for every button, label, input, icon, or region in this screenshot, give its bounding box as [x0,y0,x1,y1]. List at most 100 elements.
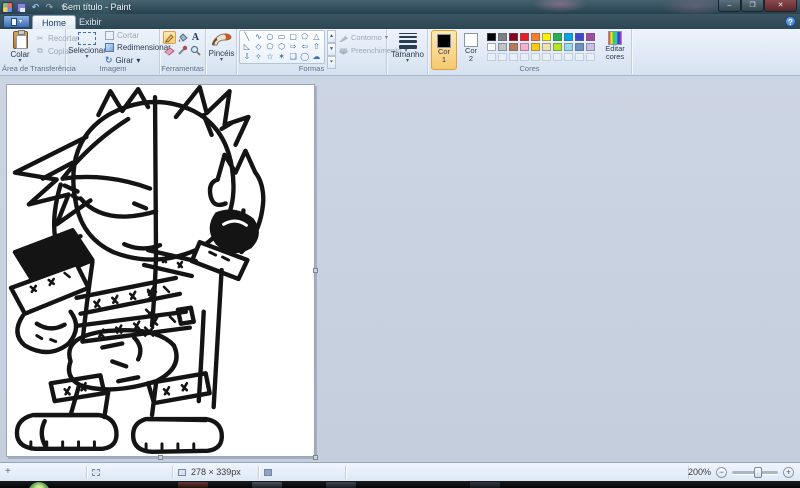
select-button[interactable]: Selecionar ▾ [71,32,103,60]
palette-color-red[interactable] [519,32,530,42]
edit-colors-button[interactable]: Editar cores [600,31,630,61]
palette-empty-well[interactable] [530,52,541,62]
shape-six-point-star[interactable]: ✶ [276,52,288,62]
palette-empty-well[interactable] [541,52,552,62]
palette-color-rose[interactable] [519,42,530,52]
palette-empty-well[interactable] [585,52,596,62]
shape-oval-callout[interactable]: ◯ [299,52,311,62]
group-colors: Cor 1 Cor 2 Editar cores Cores [428,29,632,74]
application-menu-button[interactable]: ▾ [3,15,30,28]
tab-view[interactable]: Exibir [70,15,111,29]
palette-color-green[interactable] [552,32,563,42]
color1-swatch [437,34,451,48]
shape-four-point-star[interactable]: ✧ [253,52,265,62]
start-button[interactable] [28,482,50,488]
zoom-slider-thumb[interactable] [754,467,762,478]
chevron-down-icon: ▾ [19,18,22,25]
palette-color-lime[interactable] [552,42,563,52]
palette-color-turquoise[interactable] [563,32,574,42]
group-size: Tamanho ▾ [387,29,428,74]
shape-rectangle[interactable]: ▭ [276,32,288,42]
shapes-scroll-up-icon[interactable]: ▲ [327,30,336,43]
palette-empty-well[interactable] [563,52,574,62]
drawing-canvas[interactable] [6,84,315,457]
shape-pentagon[interactable]: ⬠ [264,42,276,52]
palette-color-brown[interactable] [508,42,519,52]
taskbar-app-button[interactable] [470,482,500,488]
shape-line[interactable]: ╲ [241,32,253,42]
shape-oval[interactable]: ○ [264,32,276,42]
paint-app-icon[interactable] [2,2,13,13]
save-button[interactable] [16,2,27,13]
taskbar-app-button[interactable] [178,482,208,488]
canvas-resize-handle-right[interactable] [313,268,318,273]
canvas-resize-handle-bottom[interactable] [158,455,163,460]
brushes-button[interactable]: Pincéis ▾ [209,31,234,63]
close-button[interactable]: ✕ [764,0,797,12]
shape-triangle[interactable]: △ [311,32,323,42]
text-tool-button[interactable]: A [189,31,202,44]
magnifier-tool-button[interactable] [189,44,202,57]
pencil-tool-button[interactable] [163,31,176,44]
shape-right-triangle[interactable]: ◺ [241,42,253,52]
crop-button[interactable]: Cortar [105,31,139,40]
palette-color-purple[interactable] [585,32,596,42]
selection-size-icon [92,469,100,476]
palette-empty-well[interactable] [497,52,508,62]
taskbar-app-button[interactable] [252,482,282,488]
taskbar-app-button[interactable] [326,482,356,488]
tool-grid: A [163,31,203,57]
palette-empty-well[interactable] [552,52,563,62]
shape-hexagon[interactable]: ⬡ [276,42,288,52]
canvas-resize-handle-corner[interactable] [313,455,318,460]
ribbon-tab-row: ▾ Home Exibir ? [0,14,800,29]
palette-color-gray-25[interactable] [497,42,508,52]
shape-rounded-rectangle[interactable]: ▢ [287,32,299,42]
shape-polygon[interactable]: ⬠ [299,32,311,42]
palette-color-light-yellow[interactable] [541,42,552,52]
shape-up-arrow[interactable]: ⇧ [311,42,323,52]
help-button[interactable]: ? [785,16,796,27]
palette-empty-well[interactable] [508,52,519,62]
palette-color-black[interactable] [486,32,497,42]
palette-empty-well[interactable] [574,52,585,62]
shape-down-arrow[interactable]: ⇩ [241,52,253,62]
palette-color-yellow[interactable] [541,32,552,42]
palette-empty-well[interactable] [519,52,530,62]
minimize-button[interactable]: – [718,0,741,12]
disk-size-icon [264,469,272,476]
shape-cloud-callout[interactable]: ☁ [311,52,323,62]
zoom-in-button[interactable]: + [783,467,794,478]
shapes-scroll-down-icon[interactable]: ▼ [327,43,336,56]
shape-right-arrow[interactable]: ⇨ [287,42,299,52]
undo-button[interactable]: ↶ [30,2,41,13]
zoom-out-button[interactable]: − [716,467,727,478]
group-shapes: ╲∿○▭▢⬠△◺◇⬠⬡⇨⇦⇧⇩✧☆✶❑◯☁ ▲ ▼ ⏷ Contorno ▾ P… [237,29,387,74]
color-picker-tool-button[interactable] [176,44,189,57]
image-size-icon [178,469,186,476]
shape-rounded-callout[interactable]: ❑ [287,52,299,62]
fill-tool-button[interactable] [176,31,189,44]
shape-five-point-star[interactable]: ☆ [264,52,276,62]
palette-color-gray-50[interactable] [497,32,508,42]
palette-color-blue-gray[interactable] [574,42,585,52]
palette-color-gold[interactable] [530,42,541,52]
zoom-slider[interactable] [732,471,778,474]
size-button[interactable]: Tamanho ▾ [391,31,424,64]
redo-button[interactable]: ↷ [44,2,55,13]
palette-color-indigo[interactable] [574,32,585,42]
palette-empty-well[interactable] [486,52,497,62]
palette-color-white[interactable] [486,42,497,52]
shape-left-arrow[interactable]: ⇦ [299,42,311,52]
palette-color-light-turquoise[interactable] [563,42,574,52]
maximize-button[interactable]: ❐ [741,0,764,12]
shape-curve[interactable]: ∿ [253,32,265,42]
shape-outline-button[interactable]: Contorno ▾ [339,33,388,42]
palette-color-dark-red[interactable] [508,32,519,42]
color1-number: 1 [442,56,446,64]
shape-diamond[interactable]: ◇ [253,42,265,52]
palette-color-orange[interactable] [530,32,541,42]
eraser-tool-button[interactable] [163,44,176,57]
paste-button[interactable]: Colar ▾ [8,31,32,64]
palette-color-lavender[interactable] [585,42,596,52]
